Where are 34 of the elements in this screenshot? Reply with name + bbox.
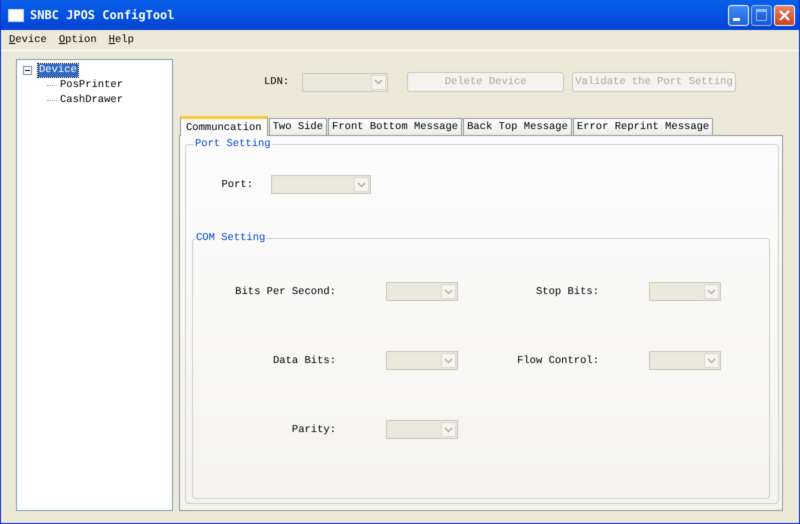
tab[interactable]: Two Side xyxy=(268,118,328,135)
window-icon xyxy=(8,8,24,22)
menu-item[interactable]: Help xyxy=(102,34,140,46)
collapse-icon[interactable] xyxy=(23,66,32,75)
group-title: Port Setting xyxy=(194,138,272,150)
tree-item[interactable]: CashDrawer xyxy=(59,94,124,107)
field-label: Port: xyxy=(220,178,253,190)
chevron-down-icon xyxy=(444,426,453,432)
tab[interactable]: Front Bottom Message xyxy=(328,118,462,135)
chevron-down-icon xyxy=(707,288,716,294)
tab[interactable]: Error Reprint Message xyxy=(572,118,714,135)
maximize-button[interactable] xyxy=(751,4,772,26)
tree-item[interactable]: Device xyxy=(38,64,78,77)
field-label: Flow Control: xyxy=(516,354,599,366)
chevron-down-icon xyxy=(707,358,716,364)
minimize-button[interactable] xyxy=(728,4,749,26)
field-label: Data Bits: xyxy=(272,354,336,366)
chevron-down-icon xyxy=(444,288,453,294)
menu-item[interactable]: Option xyxy=(52,34,103,46)
window-title: SNBC JPOS ConfigTool xyxy=(30,8,176,22)
close-icon xyxy=(778,8,791,22)
menu-item[interactable]: Device xyxy=(3,34,53,46)
chevron-down-icon xyxy=(374,79,384,85)
group-title: COM Setting xyxy=(195,232,266,244)
chevron-down-icon xyxy=(444,358,453,364)
tab[interactable]: Back Top Message xyxy=(463,118,572,135)
field-label: Stop Bits: xyxy=(534,286,599,298)
close-button[interactable] xyxy=(774,4,795,26)
ldn-label: LDN: xyxy=(264,76,290,88)
tab[interactable]: Communcation xyxy=(180,116,268,136)
field-label: Parity: xyxy=(290,424,336,436)
tree-item[interactable]: PosPrinter xyxy=(59,79,124,92)
field-label: Bits Per Second: xyxy=(234,286,336,298)
chevron-down-icon xyxy=(357,182,366,188)
